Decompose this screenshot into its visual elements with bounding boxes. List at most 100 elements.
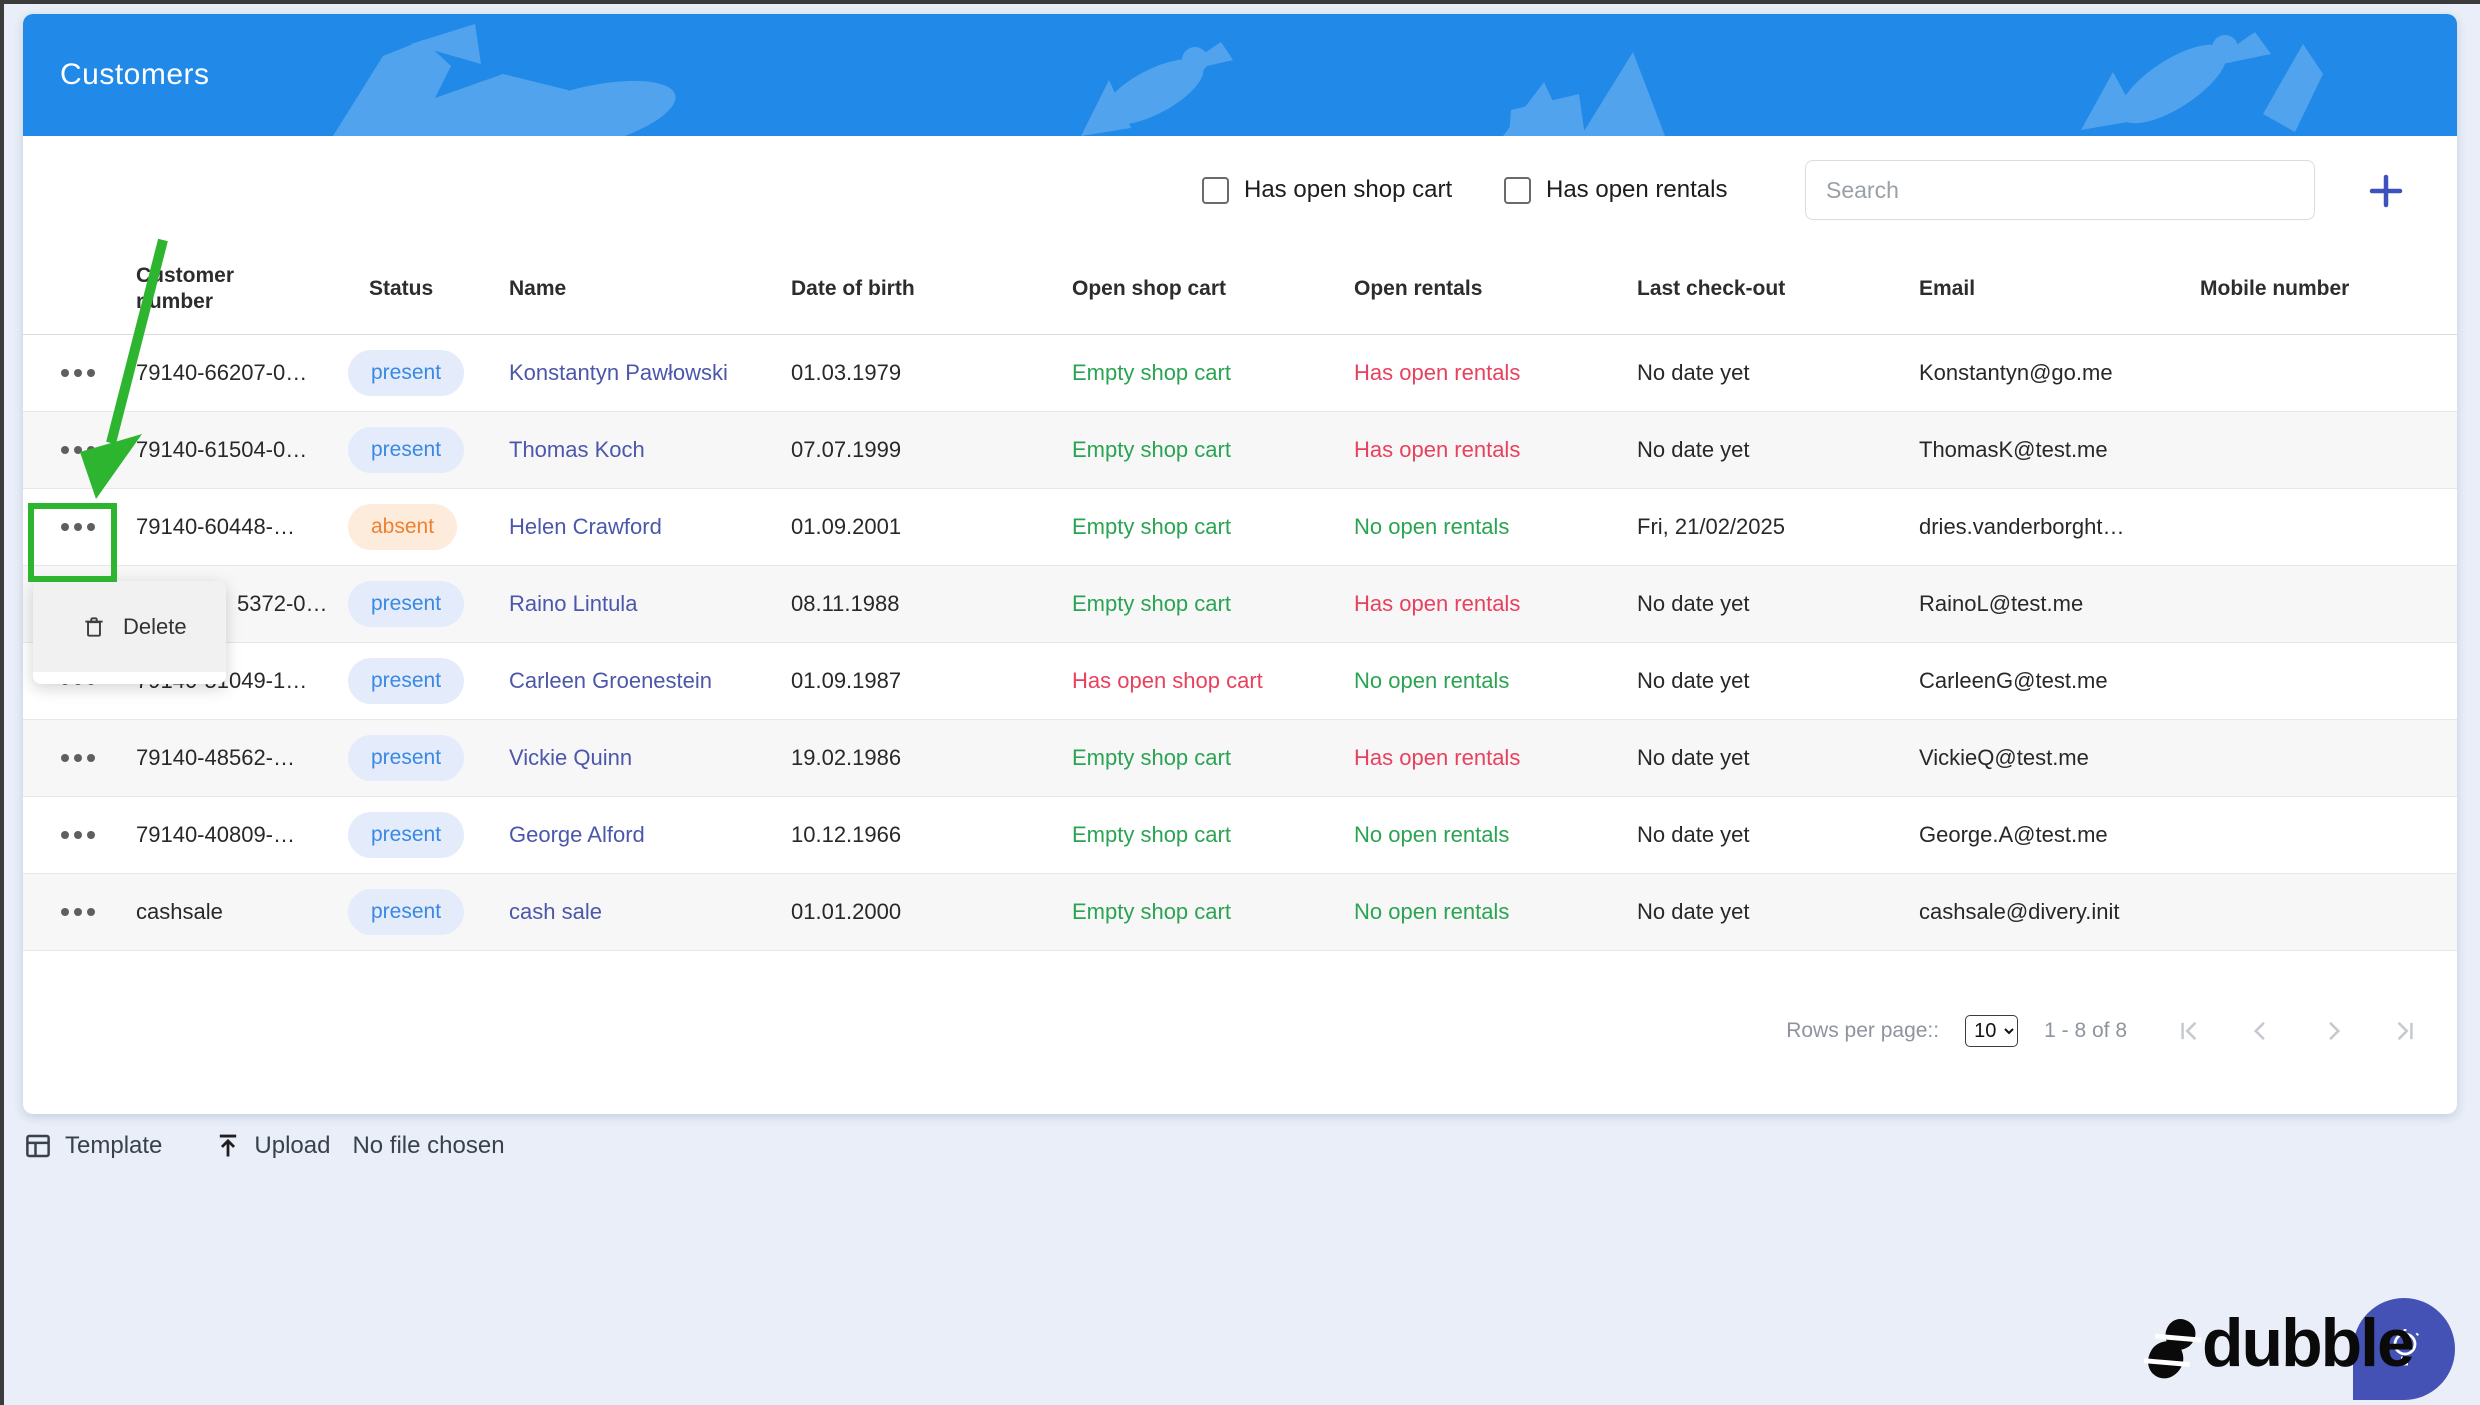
table-row: 79140-66207-0… present Konstantyn Pawłow… [23, 335, 2457, 412]
has-open-shop-cart-checkbox[interactable] [1202, 176, 1229, 204]
col-header-email: Email [1919, 276, 1976, 300]
col-header-customer-number: Customer number [136, 263, 235, 313]
table-row: 5372-0… present Raino Lintula 08.11.1988… [23, 566, 2457, 643]
rows-per-page-label: Rows per page:: [1786, 1019, 1940, 1042]
cell-open-shop-cart: Empty shop cart [1072, 360, 1231, 385]
cell-date-of-birth: 01.09.1987 [791, 668, 902, 693]
dubble-peanut-icon [2143, 1319, 2202, 1379]
cell-email: RainoL@test.me [1919, 591, 2084, 616]
cell-date-of-birth: 01.01.2000 [791, 899, 902, 924]
row-actions-kebab[interactable] [57, 361, 99, 385]
cell-last-check-out: No date yet [1637, 899, 1750, 924]
cell-open-rentals: No open rentals [1354, 822, 1510, 847]
cell-customer-number: 79140-66207-0… [136, 360, 308, 385]
cell-customer-number: 79140-48562-… [136, 745, 296, 770]
cell-customer-number: 79140-61504-0… [136, 437, 308, 462]
row-actions-kebab[interactable] [57, 515, 99, 539]
cell-open-shop-cart: Has open shop cart [1072, 668, 1263, 693]
page-title: Customers [60, 58, 210, 91]
customer-name-link[interactable]: Helen Crawford [509, 514, 662, 540]
last-page-button[interactable] [2391, 1017, 2419, 1045]
col-header-name: Name [509, 276, 567, 300]
row-actions-kebab[interactable] [57, 746, 99, 770]
first-page-icon [2181, 1021, 2197, 1041]
table-row: cashsale present cash sale 01.01.2000 Em… [23, 874, 2457, 951]
cell-open-rentals: Has open rentals [1354, 437, 1521, 462]
customer-name-link[interactable]: Vickie Quinn [509, 745, 632, 771]
last-page-icon [2397, 1021, 2413, 1041]
status-badge: absent [348, 504, 458, 550]
cell-open-shop-cart: Empty shop cart [1072, 899, 1231, 924]
customer-name-link[interactable]: cash sale [509, 899, 602, 925]
row-actions-kebab[interactable] [57, 823, 99, 847]
status-badge: present [348, 350, 465, 396]
has-open-shop-cart-label: Has open shop cart [1244, 176, 1453, 203]
cell-last-check-out: No date yet [1637, 437, 1750, 462]
previous-page-button[interactable] [2247, 1017, 2275, 1045]
next-page-button[interactable] [2319, 1017, 2347, 1045]
delete-menu-label: Delete [123, 613, 187, 639]
col-header-date-of-birth: Date of birth [791, 276, 915, 300]
first-page-button[interactable] [2175, 1017, 2203, 1045]
cell-open-shop-cart: Empty shop cart [1072, 437, 1231, 462]
cell-last-check-out: No date yet [1637, 360, 1750, 385]
row-actions-kebab[interactable] [57, 438, 99, 462]
cell-open-rentals: No open rentals [1354, 899, 1510, 924]
table-header-row: Customer number Status Name Date of birt… [23, 244, 2457, 335]
chevron-right-icon [2329, 1021, 2341, 1041]
table-body: 79140-66207-0… present Konstantyn Pawłow… [23, 335, 2457, 951]
status-badge: present [348, 889, 465, 935]
customer-name-link[interactable]: Raino Lintula [509, 591, 637, 617]
panel-header: Customers [23, 14, 2457, 136]
table-row: 79140-61504-0… present Thomas Koch 07.07… [23, 412, 2457, 489]
status-badge: present [348, 735, 465, 781]
cell-open-rentals: Has open rentals [1354, 745, 1521, 770]
table-row: 79140-51049-1… present Carleen Groeneste… [23, 643, 2457, 720]
pagination-bar: Rows per page:: 10 1 - 8 of 8 [1786, 1006, 2419, 1056]
row-actions-kebab[interactable] [57, 900, 99, 924]
import-toolbar: Template Upload No file chosen [23, 1122, 505, 1170]
pagination-nav [2175, 1017, 2419, 1045]
cell-customer-number: cashsale [136, 899, 223, 924]
dubble-logo-text: dubble [2202, 1305, 2415, 1381]
table-row: 79140-40809-… present George Alford 10.1… [23, 797, 2457, 874]
delete-menu-item[interactable]: Delete [33, 581, 226, 672]
filter-has-open-rentals: Has open rentals [1504, 160, 1727, 220]
search-input[interactable] [1805, 160, 2315, 220]
col-header-status: Status [369, 276, 434, 300]
upload-button[interactable]: Upload [214, 1132, 330, 1160]
cell-date-of-birth: 08.11.1988 [791, 591, 900, 616]
status-badge: present [348, 658, 465, 704]
cell-open-shop-cart: Empty shop cart [1072, 822, 1231, 847]
cell-date-of-birth: 07.07.1999 [791, 437, 902, 462]
template-button[interactable]: Template [23, 1131, 162, 1161]
cell-open-rentals: No open rentals [1354, 668, 1510, 693]
table-row: 79140-60448-… absent Helen Crawford 01.0… [23, 489, 2457, 566]
customer-name-link[interactable]: Konstantyn Pawłowski [509, 360, 728, 386]
customer-name-link[interactable]: Carleen Groenestein [509, 668, 712, 694]
cell-date-of-birth: 01.03.1979 [791, 360, 902, 385]
status-badge: present [348, 427, 465, 473]
cell-open-shop-cart: Empty shop cart [1072, 514, 1231, 539]
add-customer-button[interactable] [2363, 168, 2409, 214]
cell-open-shop-cart: Empty shop cart [1072, 591, 1231, 616]
cell-last-check-out: No date yet [1637, 745, 1750, 770]
cell-email: VickieQ@test.me [1919, 745, 2089, 770]
cell-email: Konstantyn@go.me [1919, 360, 2113, 385]
rows-per-page-select[interactable]: 10 [1965, 1015, 2019, 1047]
customer-name-link[interactable]: George Alford [509, 822, 645, 848]
has-open-rentals-checkbox[interactable] [1504, 176, 1531, 204]
status-badge: present [348, 581, 465, 627]
dubble-logo: dubble [2130, 1290, 2460, 1402]
customers-panel: Customers Has open shop cart Has open re… [23, 14, 2457, 1114]
window-frame-top [0, 0, 2480, 4]
cell-email: cashsale@divery.init [1919, 899, 2120, 924]
diver-decoration-graphics [333, 24, 2323, 136]
filter-has-open-shop-cart: Has open shop cart [1202, 160, 1452, 220]
status-badge: present [348, 812, 465, 858]
cell-email: George.A@test.me [1919, 822, 2108, 847]
customer-name-link[interactable]: Thomas Koch [509, 437, 645, 463]
template-label: Template [65, 1132, 163, 1159]
cell-date-of-birth: 01.09.2001 [791, 514, 902, 539]
upload-label: Upload [254, 1132, 331, 1159]
